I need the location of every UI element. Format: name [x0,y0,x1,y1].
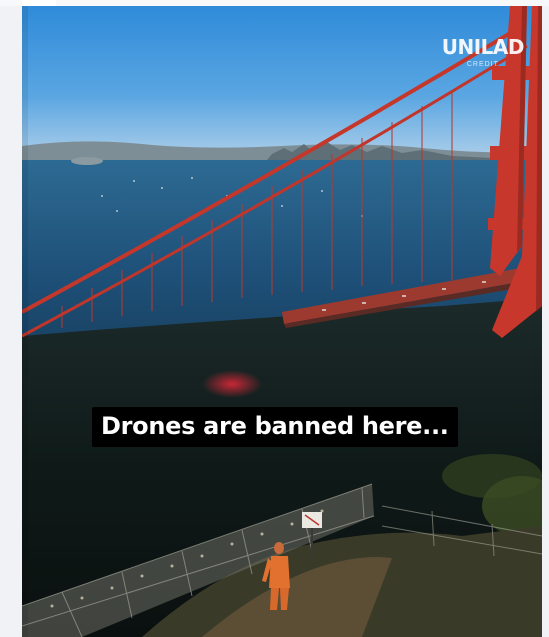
post-container: UNILAD CREDIT Drones are banned here... [0,0,549,637]
video-frame [22,6,542,637]
video-caption: Drones are banned here... [92,407,458,447]
watermark-brand: UNILAD [441,35,525,59]
watermark-sub: CREDIT [466,61,499,68]
right-margin [542,6,549,637]
unilad-watermark: UNILAD CREDIT [441,35,525,70]
video-player[interactable]: UNILAD CREDIT Drones are banned here... [22,6,542,637]
